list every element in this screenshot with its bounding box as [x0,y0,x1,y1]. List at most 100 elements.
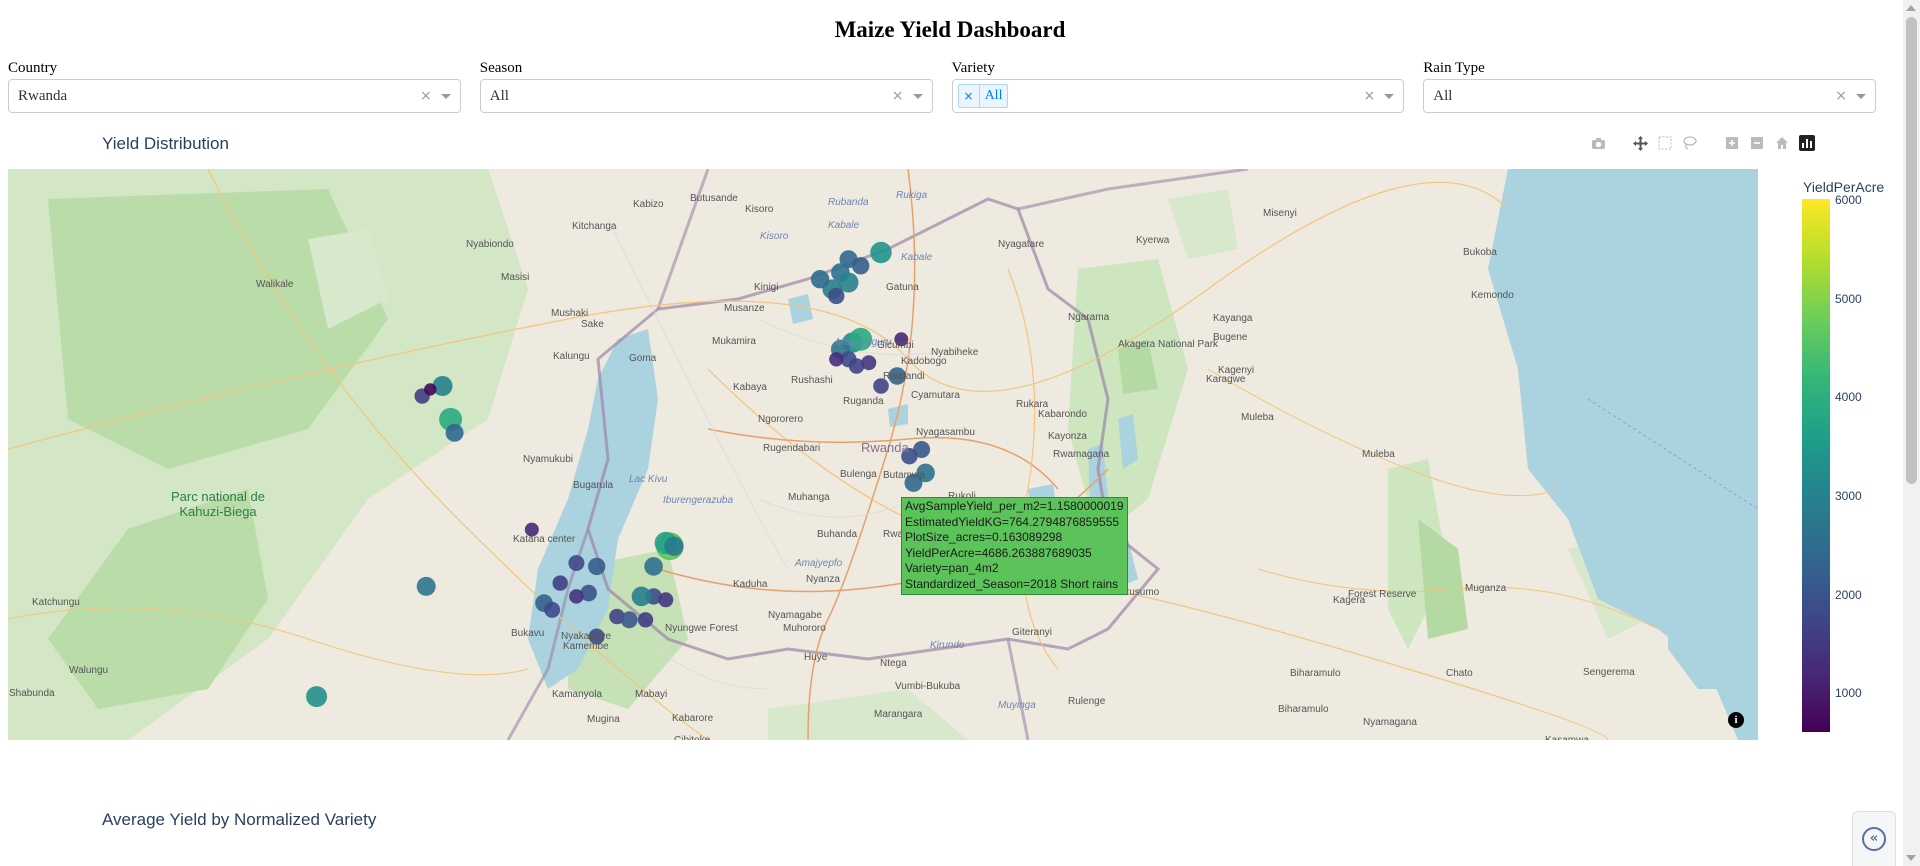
map-place-label: Kayanga [1213,313,1253,324]
yield-point[interactable] [569,589,584,604]
rain-type-select[interactable]: All × [1423,79,1876,113]
yield-point[interactable] [588,557,606,576]
chevron-down-icon[interactable] [1856,94,1866,99]
yield-point[interactable] [424,383,437,396]
country-select[interactable]: Rwanda × [8,79,461,113]
pan-icon[interactable] [1632,135,1648,151]
chevron-down-icon[interactable] [1384,94,1395,99]
chevron-down-icon[interactable] [912,94,923,99]
map-place-label: Kirundo [930,640,965,651]
map-place-label: Ngororero [758,414,804,425]
map-place-label: Ngarama [1068,312,1110,323]
map-place-label: Katana center [513,534,576,545]
clear-icon[interactable]: × [892,88,904,104]
map-place-label: Gatuna [886,282,919,293]
map-place-label: Biharamulo [1278,704,1329,715]
map-place-label: Kemondo [1471,290,1514,301]
yield-point[interactable] [416,576,436,596]
box-select-icon[interactable] [1657,135,1673,151]
yield-point[interactable] [644,557,663,576]
map-place-label: Bugarula [573,480,614,491]
yield-point[interactable] [544,601,561,618]
map-place-label: Kadobogo [901,356,947,367]
map-place-label: Ruganda [843,396,884,407]
yield-distribution-map[interactable]: Kabizo Butusande Rubanda Rukiga Kitchanga Nya… [8,169,1758,740]
map-place-label: Marangara [874,709,923,720]
yield-point[interactable] [664,536,684,556]
map-place-label: Kisoro [745,204,774,215]
scroll-up-icon[interactable] [1906,5,1916,11]
tooltip-line: EstimatedYieldKG=764.2794876859555 [905,514,1120,529]
map-place-label: Rwafandi [883,371,925,382]
tooltip-line: Standardized_Season=2018 Short rains [905,576,1119,591]
clear-icon[interactable]: × [1364,88,1376,104]
tooltip-line: YieldPerAcre=4686.263887689035 [905,545,1092,560]
yield-point[interactable] [828,287,845,305]
map-place-label: Mabayi [635,689,668,700]
yield-point[interactable] [870,241,892,264]
info-icon[interactable]: i [1728,712,1744,728]
yield-point[interactable] [852,257,870,275]
colorbar-tick-label: 4000 [1835,390,1862,404]
yield-point[interactable] [432,376,453,396]
clear-icon[interactable]: × [420,88,432,104]
yield-point[interactable] [631,586,652,607]
season-select-value: All [489,87,509,104]
map-place-label: Bukoba [1463,247,1497,258]
map-place-label: Rusumo [1122,587,1160,598]
page-scrollbar[interactable] [1903,0,1920,866]
map-place-label: Sake [581,319,604,330]
variety-select[interactable]: × All × [951,79,1405,113]
yield-point[interactable] [306,686,328,708]
yield-point[interactable] [620,611,638,629]
season-filter: Season All × [479,60,933,113]
map-place-label: Rwamagana [1053,449,1110,460]
variety-select-values: × All [957,84,1404,108]
yield-point[interactable] [552,575,568,591]
map-place-label: Mugina [587,714,620,725]
season-filter-label: Season [479,60,523,76]
rain-type-select-value: All [1433,87,1453,104]
scrollbar-thumb[interactable] [1906,17,1917,484]
yield-point[interactable] [445,423,464,442]
lasso-icon[interactable] [1682,135,1698,151]
zoom-out-icon[interactable] [1749,135,1765,151]
variety-chip: × All [957,84,1009,108]
yield-point[interactable] [658,592,674,608]
map-place-label: Kamembe [563,641,609,652]
plotly-logo-icon[interactable] [1799,135,1815,151]
yield-point[interactable] [637,612,654,628]
map-place-label: Parc national de Kahuzi-Biega [171,489,265,519]
yield-point[interactable] [861,355,877,371]
zoom-in-icon[interactable] [1724,135,1740,151]
colorbar-tick-label: 2000 [1835,588,1862,602]
yield-point[interactable] [829,352,844,367]
map-place-label: Mushaki [551,308,589,319]
map-place-label: Nyakabuye [561,631,612,642]
clear-icon[interactable]: × [1835,88,1847,104]
yield-point[interactable] [810,270,830,289]
map-place-label: Huye [804,652,828,663]
dashboard-page: Maize Yield Dashboard Country Rwanda × S… [0,0,1920,866]
map-place-label: Ntega [880,658,907,669]
chevron-down-icon[interactable] [440,94,451,99]
yield-point[interactable] [568,555,585,571]
scroll-down-icon[interactable] [1906,855,1916,861]
map-place-label: Sengerema [1583,667,1635,678]
camera-icon[interactable] [1590,135,1606,151]
map-place-label: Misenyi [1263,208,1297,219]
chip-remove-icon[interactable]: × [959,85,980,107]
season-select[interactable]: All × [479,79,933,113]
home-icon[interactable] [1774,135,1790,151]
map-place-label: Nyamukubi [523,454,574,465]
rain-type-filter: Rain Type All × [1423,60,1876,113]
map-place-label: Lac Kivu [629,474,668,485]
map-place-label: Kisoro [760,231,789,242]
map-place-label: Rugendabari [763,443,821,454]
map-place-label: Muyinga [998,700,1036,711]
map-place-label: Kalungu [553,351,590,362]
map-place-label: Katchungu [32,597,80,608]
tooltip-line: Variety=pan_4m2 [905,561,999,576]
hover-tooltip: AvgSampleYield_per_m2=1.1580000019 Estim… [901,497,1128,595]
collapse-sidebar-button[interactable]: « [1852,811,1896,866]
